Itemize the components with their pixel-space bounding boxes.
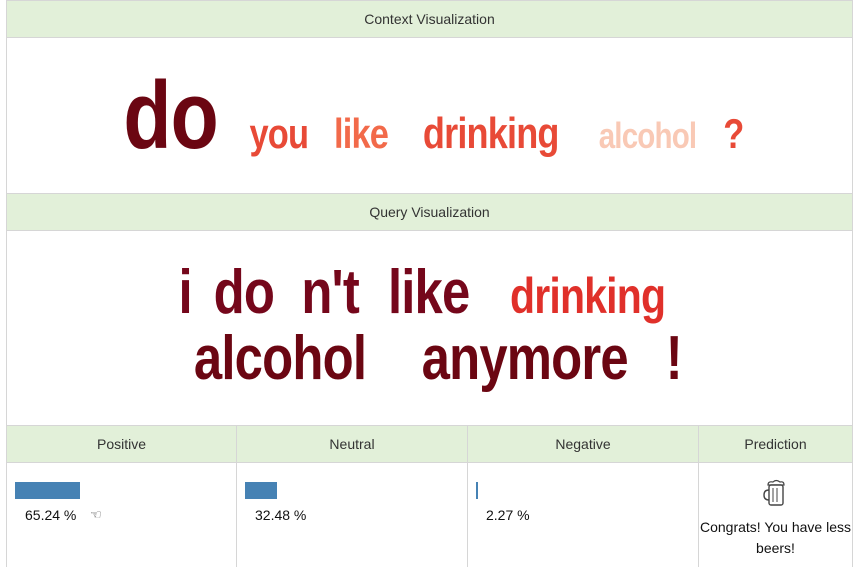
positive-column-header: Positive xyxy=(7,426,237,462)
context-header-label: Context Visualization xyxy=(364,11,495,27)
query-word: like xyxy=(388,258,470,328)
negative-score-label: 2.27 % xyxy=(486,507,530,523)
sentiment-panel: Context Visualization do you like drinking a… xyxy=(6,0,853,567)
positive-score-bar xyxy=(15,482,80,499)
query-header-label: Query Visualization xyxy=(369,204,490,220)
context-word: do xyxy=(123,61,219,169)
context-word: ? xyxy=(723,109,744,157)
negative-cell: 2.27 % xyxy=(468,463,699,567)
query-word: drinking xyxy=(509,268,666,325)
query-word: ! xyxy=(666,323,683,393)
query-word: alcohol xyxy=(193,323,367,393)
neutral-score-label: 32.48 % xyxy=(255,507,307,523)
results-header: Positive Neutral Negative Prediction xyxy=(7,425,852,463)
negative-score-bar xyxy=(476,482,478,499)
context-word: alcohol xyxy=(598,114,697,156)
query-visualization: i do n't like drinking alcohol anymore! xyxy=(7,231,852,426)
query-word: n't xyxy=(301,258,359,328)
context-word: drinking xyxy=(423,108,560,158)
query-word: i xyxy=(178,258,193,328)
positive-score-label: 65.24 % xyxy=(25,507,77,523)
positive-cell: 65.24 % ☜ xyxy=(7,463,237,567)
neutral-score-bar xyxy=(245,482,277,499)
context-header: Context Visualization xyxy=(7,0,852,38)
neutral-cell: 32.48 % xyxy=(237,463,468,567)
beer-mug-icon xyxy=(763,479,785,506)
query-header: Query Visualization xyxy=(7,193,852,231)
context-visualization: do you like drinking alcohol? xyxy=(7,39,852,193)
negative-column-header: Negative xyxy=(468,426,699,462)
prediction-column-header: Prediction xyxy=(744,436,807,452)
prediction-cell: Congrats! You have less beers! xyxy=(699,463,852,567)
results-row: 65.24 % ☜ 32.48 % 2.27 % Congrats! You h… xyxy=(7,463,852,567)
prediction-text: Congrats! You have less beers! xyxy=(700,519,851,556)
context-word: you xyxy=(249,109,309,157)
neutral-column-header: Neutral xyxy=(237,426,468,462)
query-word: anymore xyxy=(421,323,629,393)
context-word: like xyxy=(334,109,389,157)
pointing-hand-icon: ☜ xyxy=(90,507,102,522)
query-word: do xyxy=(213,258,275,328)
